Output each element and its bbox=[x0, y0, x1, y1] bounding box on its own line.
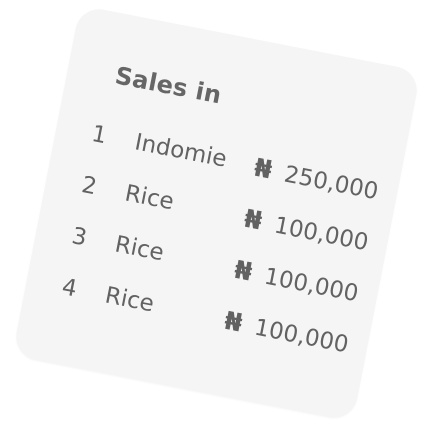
naira-symbol: ₦ bbox=[241, 203, 265, 236]
sales-row-number: 4 bbox=[59, 274, 80, 303]
sales-row-item: Indomie bbox=[132, 129, 229, 173]
sales-title: Sales in bbox=[112, 61, 224, 110]
sales-row-price: ₦ 250,000 bbox=[252, 153, 385, 206]
sales-screen: Sales in 1 Indomie ₦ 250,000 2 Rice ₦ 10… bbox=[0, 0, 433, 433]
sales-list: 1 Indomie ₦ 250,000 2 Rice ₦ 100,000 3 R… bbox=[55, 121, 381, 381]
sales-row-amount: 250,000 bbox=[281, 161, 381, 206]
sales-row-number: 1 bbox=[89, 121, 109, 150]
sales-row-number: 2 bbox=[79, 172, 99, 201]
naira-symbol: ₦ bbox=[251, 152, 275, 185]
sales-row-number: 3 bbox=[69, 223, 89, 252]
sales-card: Sales in 1 Indomie ₦ 250,000 2 Rice ₦ 10… bbox=[12, 5, 421, 422]
naira-symbol: ₦ bbox=[222, 305, 245, 338]
naira-symbol: ₦ bbox=[231, 254, 255, 287]
